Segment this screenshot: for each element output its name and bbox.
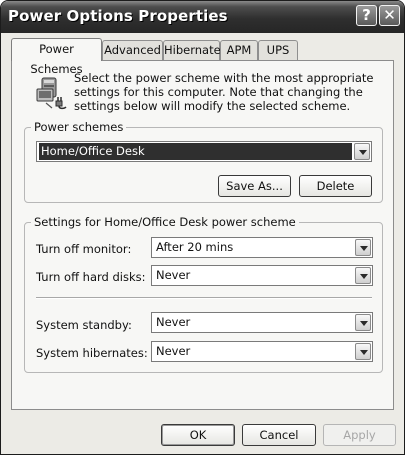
- power-scheme-select[interactable]: Home/Office Desk: [36, 141, 372, 162]
- help-button[interactable]: ?: [356, 5, 377, 26]
- scheme-settings-group-label: Settings for Home/Office Desk power sche…: [31, 215, 299, 229]
- close-button[interactable]: ✕: [379, 5, 400, 26]
- ok-button[interactable]: OK: [161, 424, 235, 446]
- turn-off-monitor-select[interactable]: After 20 mins: [151, 237, 373, 258]
- turn-off-hard-disks-select[interactable]: Never: [151, 265, 373, 286]
- turn-off-hard-disks-value: Never: [156, 268, 191, 282]
- system-hibernates-value: Never: [156, 344, 191, 358]
- turn-off-monitor-label: Turn off monitor:: [36, 242, 132, 256]
- scheme-settings-group: Settings for Home/Office Desk power sche…: [24, 215, 383, 373]
- tab-apm[interactable]: APM: [220, 40, 258, 60]
- chevron-down-icon[interactable]: [355, 343, 371, 360]
- power-options-dialog: Power Options Properties ? ✕ Power Schem…: [0, 0, 405, 455]
- settings-divider: [36, 297, 372, 299]
- title-bar[interactable]: Power Options Properties ? ✕: [1, 1, 404, 33]
- close-icon: ✕: [383, 6, 396, 24]
- tab-hibernate[interactable]: Hibernate: [163, 40, 221, 60]
- system-hibernates-label: System hibernates:: [36, 346, 148, 360]
- power-scheme-computer-icon: [36, 77, 67, 110]
- chevron-down-icon[interactable]: [355, 267, 371, 284]
- power-schemes-group: Power schemes Home/Office Desk Save As..…: [24, 120, 383, 203]
- system-standby-label: System standby:: [36, 318, 132, 332]
- power-schemes-panel: Select the power scheme with the most ap…: [11, 60, 394, 410]
- cancel-button[interactable]: Cancel: [242, 424, 316, 446]
- chevron-down-icon[interactable]: [355, 314, 371, 331]
- turn-off-hard-disks-label: Turn off hard disks:: [36, 270, 146, 284]
- delete-button[interactable]: Delete: [299, 175, 372, 197]
- window-title: Power Options Properties: [8, 7, 228, 25]
- power-schemes-group-label: Power schemes: [31, 120, 127, 134]
- turn-off-monitor-value: After 20 mins: [156, 240, 234, 254]
- chevron-down-icon[interactable]: [355, 239, 371, 256]
- tab-power-schemes[interactable]: Power Schemes: [11, 38, 102, 76]
- system-standby-select[interactable]: Never: [151, 312, 373, 333]
- help-icon: ?: [362, 6, 371, 24]
- tab-advanced[interactable]: Advanced: [102, 40, 163, 60]
- intro-description: Select the power scheme with the most ap…: [74, 71, 374, 113]
- save-as-button[interactable]: Save As...: [218, 175, 291, 197]
- system-standby-value: Never: [156, 315, 191, 329]
- apply-button[interactable]: Apply: [323, 424, 396, 446]
- chevron-down-icon[interactable]: [354, 143, 370, 160]
- power-scheme-value: Home/Office Desk: [39, 143, 352, 160]
- system-hibernates-select[interactable]: Never: [151, 341, 373, 362]
- tab-ups[interactable]: UPS: [258, 40, 298, 60]
